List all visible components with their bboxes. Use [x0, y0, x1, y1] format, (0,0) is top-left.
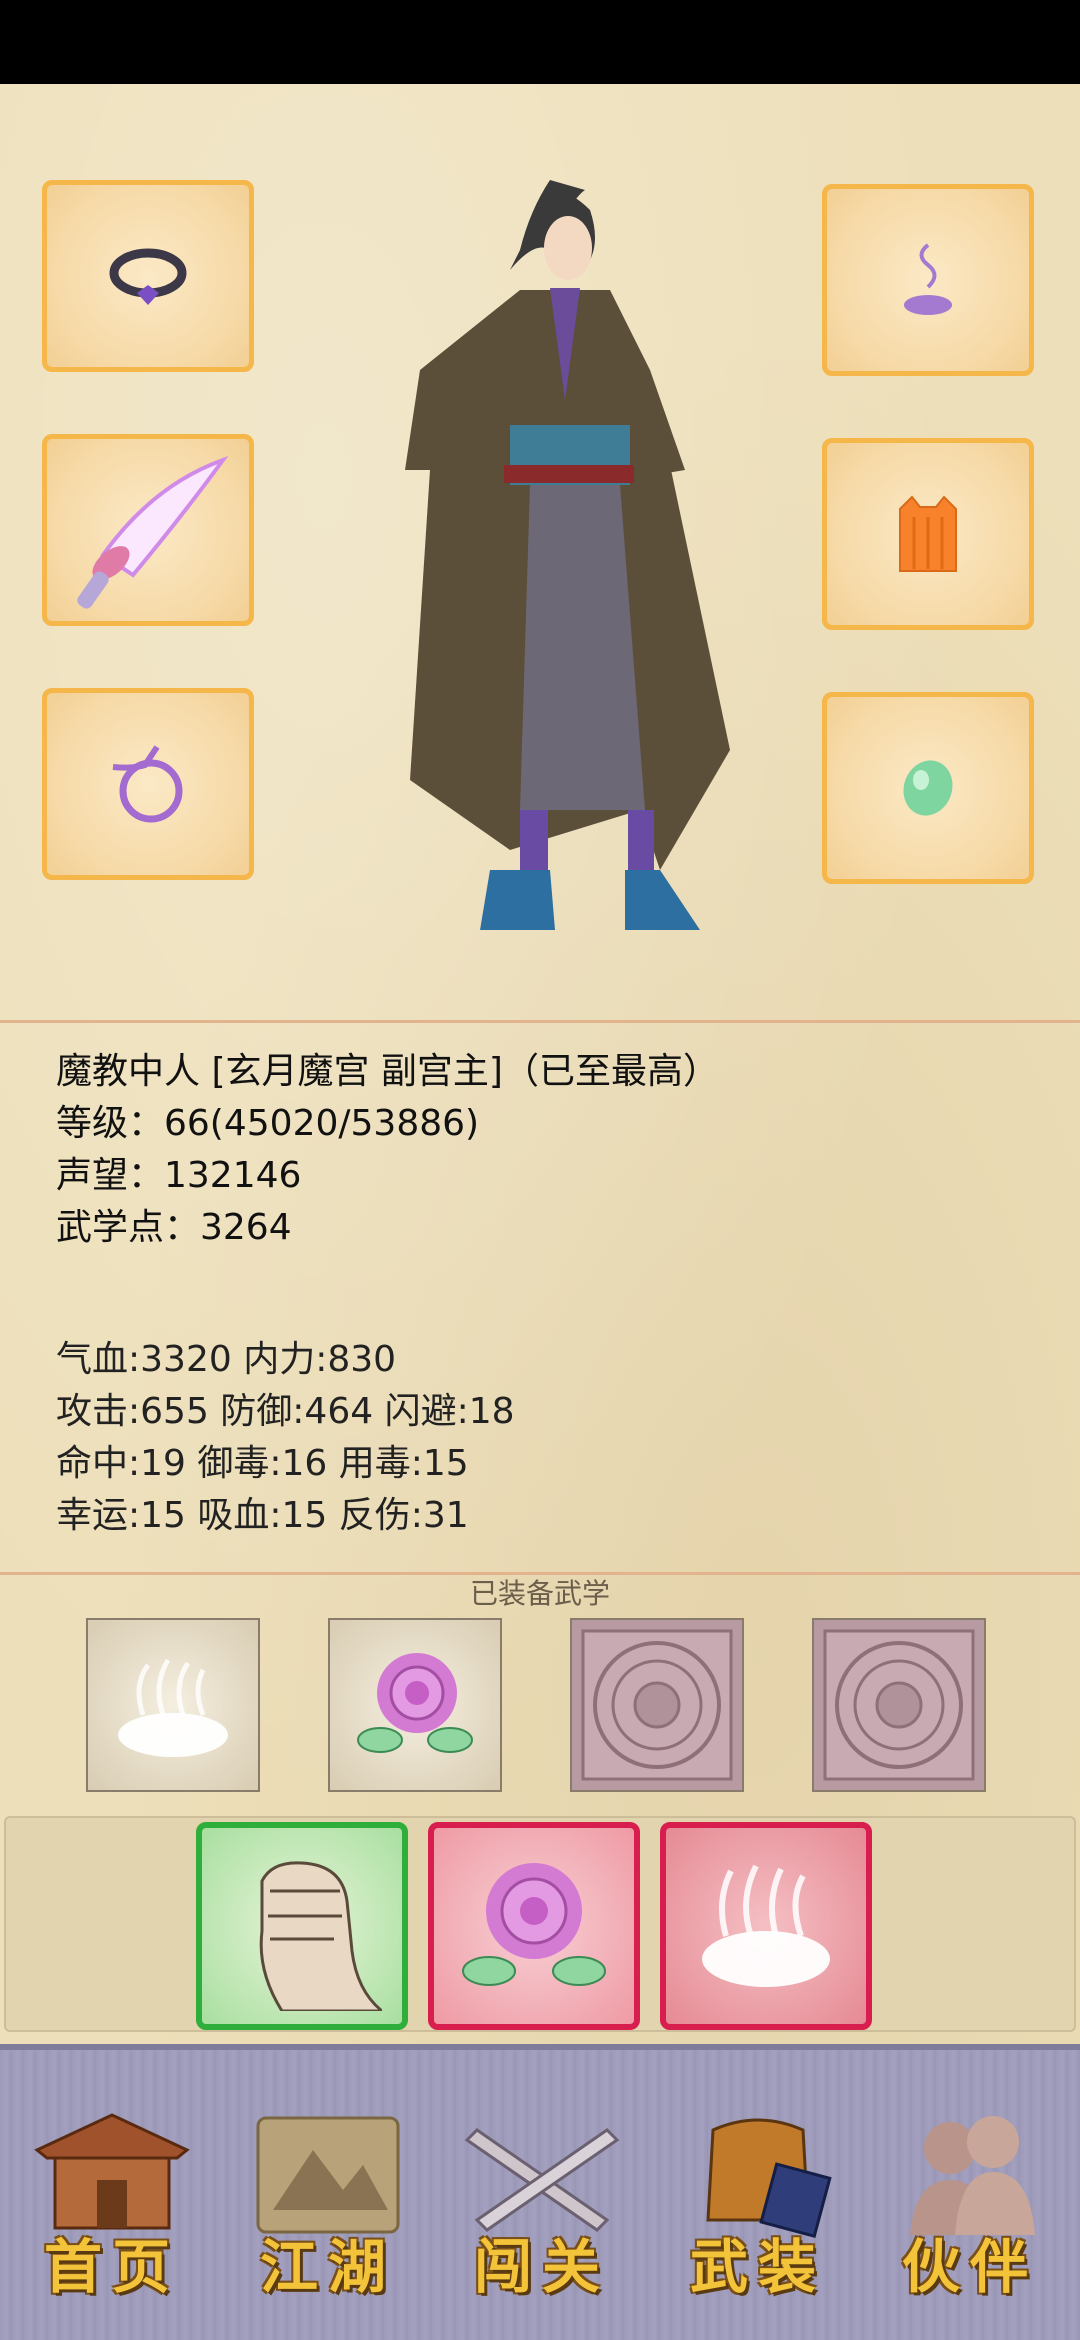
rose-icon — [462, 1863, 606, 1986]
stats-line-1: 气血:3320 内力:830 — [56, 1339, 397, 1380]
equip-slot-armor[interactable] — [822, 438, 1034, 630]
aztec-calendar-icon — [581, 1629, 733, 1781]
nav-partner-label: 伙伴 — [901, 2233, 1038, 2301]
active-skill-fist[interactable] — [196, 1822, 408, 2030]
glowing-sword-icon — [77, 455, 229, 609]
divider-top — [0, 1020, 1080, 1023]
vest-icon — [899, 495, 957, 572]
equip-slot-bracelet[interactable] — [42, 688, 254, 880]
character-title: 魔教中人 [玄月魔宫 副宫主]（已至最高） — [56, 1051, 719, 1092]
stats-line-3: 命中:19 御毒:16 用毒:15 — [56, 1443, 469, 1484]
level-text: 等级：66(45020/53886) — [56, 1103, 480, 1144]
character-portrait — [405, 180, 730, 930]
martial-points-text: 武学点：3264 — [56, 1207, 292, 1248]
equip-slot-ring[interactable] — [42, 180, 254, 372]
equip-slot-weapon[interactable] — [42, 434, 254, 626]
nav-home[interactable]: 首页 — [22, 2110, 202, 2310]
rose-icon — [357, 1653, 473, 1753]
equipped-skills-title: 已装备武学 — [469, 1577, 610, 1610]
empty-skill-slot-1[interactable] — [570, 1618, 744, 1792]
bracelet-icon — [112, 745, 183, 823]
nav-challenge-label: 闯关 — [473, 2233, 610, 2301]
active-skill-rose[interactable] — [428, 1822, 640, 2030]
nav-equipment-label: 武装 — [689, 2233, 826, 2301]
nav-equipment[interactable]: 武装 — [668, 2110, 848, 2310]
bottom-navigation: 首页 江湖 闯关 武装 伙伴 — [0, 2044, 1080, 2340]
stats-line-2: 攻击:655 防御:464 闪避:18 — [56, 1391, 515, 1432]
aztec-calendar-icon — [823, 1629, 975, 1781]
nav-home-label: 首页 — [43, 2233, 180, 2301]
equipped-skill-rose[interactable] — [328, 1618, 502, 1792]
active-skill-mist[interactable] — [660, 1822, 872, 2030]
stats-line-4: 幸运:15 吸血:15 反伤:31 — [56, 1495, 469, 1536]
mist-icon — [118, 1658, 228, 1757]
nav-jianghu-label: 江湖 — [259, 2233, 396, 2301]
mist-icon — [702, 1864, 830, 1987]
fist-icon — [259, 1861, 382, 2011]
incense-icon — [904, 243, 952, 315]
reputation-text: 声望：132146 — [56, 1155, 302, 1196]
ring-icon — [109, 248, 187, 305]
equip-slot-jade[interactable] — [822, 692, 1034, 884]
equipped-skill-mist[interactable] — [86, 1618, 260, 1792]
jade-stone-icon — [903, 760, 953, 816]
nav-partner[interactable]: 伙伴 — [880, 2110, 1060, 2310]
nav-challenge[interactable]: 闯关 — [452, 2110, 632, 2310]
nav-jianghu[interactable]: 江湖 — [238, 2110, 418, 2310]
equip-slot-incense[interactable] — [822, 184, 1034, 376]
empty-skill-slot-2[interactable] — [812, 1618, 986, 1792]
status-bar — [0, 0, 1080, 84]
